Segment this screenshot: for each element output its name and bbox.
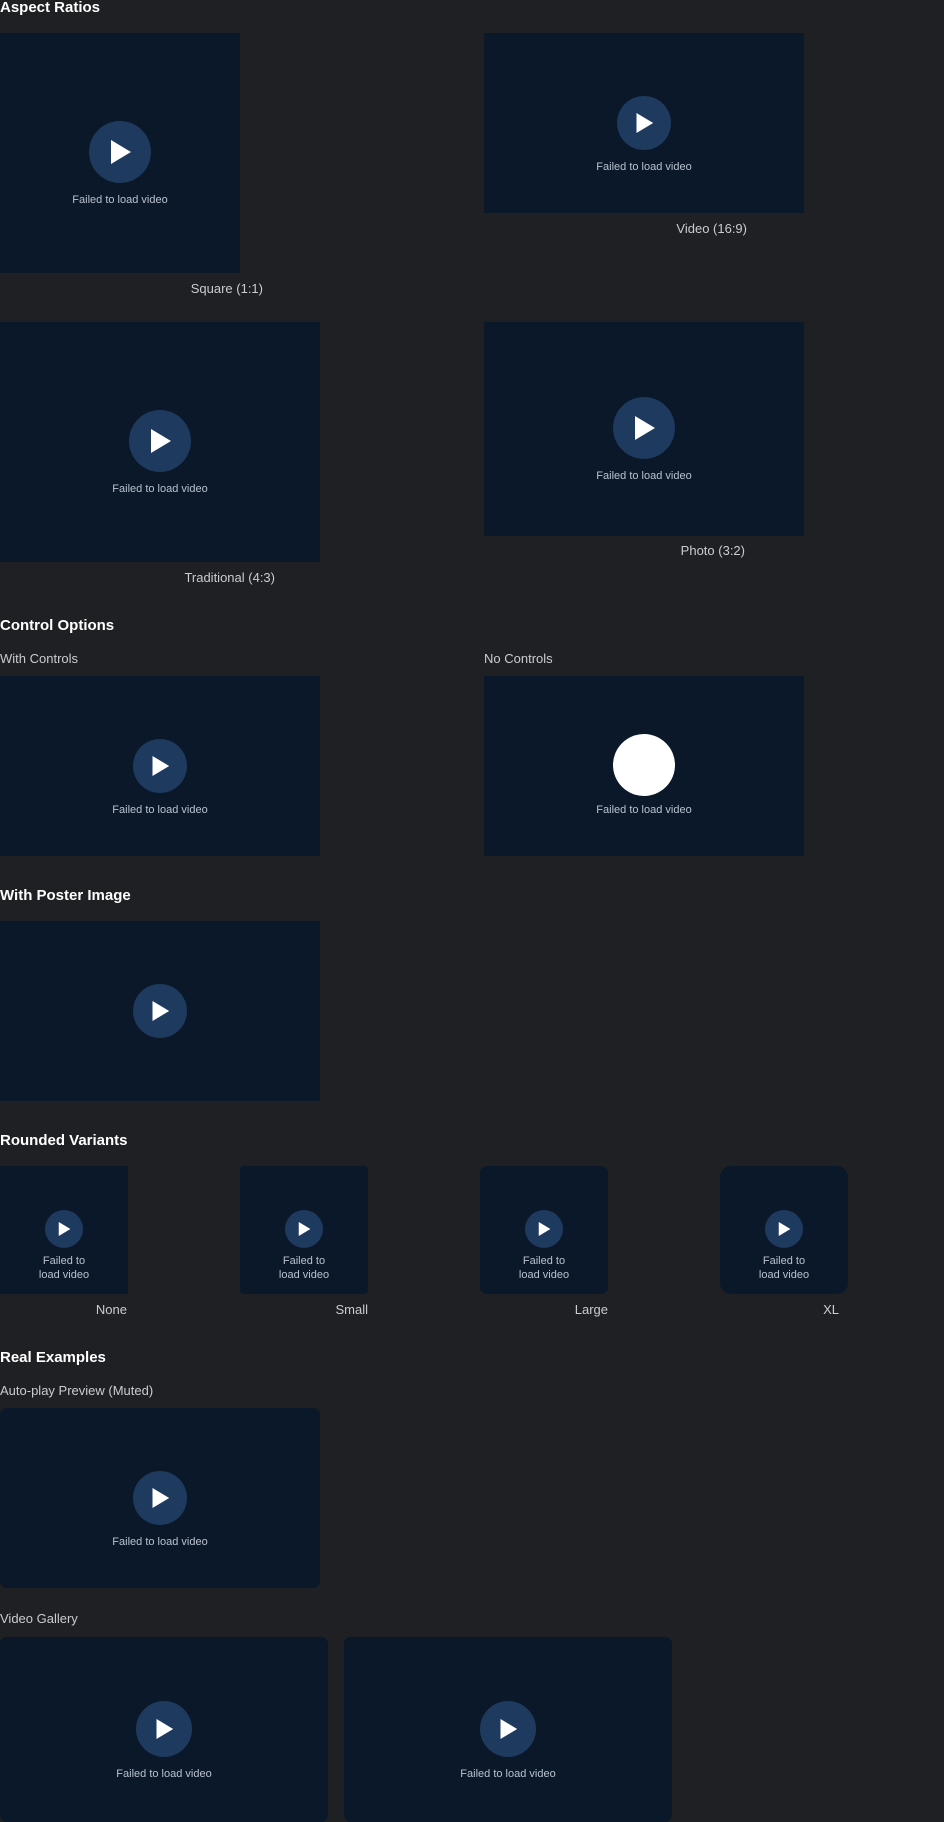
error-message-line-1: Failed to	[522, 1255, 566, 1267]
section-title-real-examples: Real Examples	[0, 1349, 106, 1366]
label-no-controls: No Controls	[484, 651, 553, 666]
play-icon	[156, 1719, 174, 1739]
play-button[interactable]	[285, 1210, 323, 1248]
section-title-aspect-ratios: Aspect Ratios	[0, 0, 101, 16]
caption-rounded-small: Small	[335, 1302, 368, 1317]
play-icon	[152, 1001, 170, 1021]
error-message-line-2: load video	[278, 1269, 330, 1281]
play-button[interactable]	[136, 1701, 192, 1757]
error-message-line-2: load video	[38, 1269, 90, 1281]
video-player-rounded-small[interactable]: Failed to load video	[240, 1166, 368, 1294]
error-message-line-2: load video	[758, 1269, 810, 1281]
video-player-rounded-large[interactable]: Failed to load video	[480, 1166, 608, 1294]
video-player-rounded-xl[interactable]: Failed to load video	[720, 1166, 848, 1294]
caption-rounded-xl: XL	[823, 1302, 839, 1317]
play-button[interactable]	[480, 1701, 536, 1757]
play-icon	[635, 416, 655, 440]
error-message: Failed to load video	[596, 470, 692, 482]
caption-rounded-large: Large	[574, 1302, 608, 1317]
error-message: Failed to load video	[596, 161, 692, 173]
play-button[interactable]	[133, 1471, 187, 1525]
video-player-with-controls[interactable]: Failed to load video	[0, 676, 320, 856]
section-title-rounded: Rounded Variants	[0, 1132, 128, 1149]
error-message: Failed to load video	[116, 1768, 212, 1780]
video-player-4-3[interactable]: Failed to load video	[0, 322, 320, 562]
play-icon	[636, 113, 654, 133]
error-message-line-2: load video	[518, 1269, 570, 1281]
play-icon	[298, 1222, 311, 1236]
play-button[interactable]	[525, 1210, 563, 1248]
error-message-line-1: Failed to	[762, 1255, 806, 1267]
play-icon	[538, 1222, 551, 1236]
label-autoplay-preview: Auto-play Preview (Muted)	[0, 1383, 154, 1398]
play-button[interactable]	[45, 1210, 83, 1248]
error-message: Failed to load video	[596, 804, 692, 816]
error-message: Failed to load video	[460, 1768, 556, 1780]
video-player-rounded-none[interactable]: Failed to load video	[0, 1166, 128, 1294]
video-player-16-9[interactable]: Failed to load video	[484, 33, 804, 213]
caption-rounded-none: None	[95, 1302, 127, 1317]
label-video-gallery: Video Gallery	[0, 1611, 78, 1626]
error-message: Failed to load video	[112, 1536, 208, 1548]
play-icon	[152, 756, 170, 776]
error-message: Failed to load video	[112, 483, 208, 495]
error-message: Failed to load video	[112, 804, 208, 816]
section-title-poster: With Poster Image	[0, 887, 131, 904]
play-icon	[500, 1719, 518, 1739]
error-message-line-1: Failed to	[282, 1255, 326, 1267]
play-button[interactable]	[765, 1210, 803, 1248]
video-player-autoplay[interactable]: Failed to load video	[0, 1408, 320, 1588]
play-icon	[58, 1222, 71, 1236]
play-icon	[151, 429, 171, 453]
video-player-no-controls[interactable]: Failed to load video	[484, 676, 804, 856]
play-icon	[152, 1488, 170, 1508]
section-title-control-options: Control Options	[0, 617, 115, 634]
play-button[interactable]	[613, 397, 675, 459]
play-button[interactable]	[129, 410, 191, 472]
play-button[interactable]	[133, 984, 187, 1038]
caption-video: Video (16:9)	[676, 221, 747, 236]
video-player-poster[interactable]	[0, 921, 320, 1101]
video-player-square[interactable]: Failed to load video	[0, 33, 240, 273]
play-button[interactable]	[133, 739, 187, 793]
caption-photo: Photo (3:2)	[680, 543, 745, 558]
play-icon	[778, 1222, 791, 1236]
error-message-line-1: Failed to	[42, 1255, 86, 1267]
caption-square: Square (1:1)	[190, 281, 263, 296]
error-message: Failed to load video	[72, 194, 168, 206]
video-gallery-item[interactable]: Failed to load video	[344, 1637, 672, 1822]
video-gallery-item[interactable]: Failed to load video	[0, 1637, 328, 1822]
label-with-controls: With Controls	[0, 651, 79, 666]
play-button-placeholder[interactable]	[613, 734, 675, 796]
play-icon	[111, 140, 131, 164]
caption-traditional: Traditional (4:3)	[184, 570, 275, 585]
play-button[interactable]	[89, 121, 151, 183]
play-button[interactable]	[617, 96, 671, 150]
video-player-3-2[interactable]: Failed to load video	[484, 322, 804, 536]
